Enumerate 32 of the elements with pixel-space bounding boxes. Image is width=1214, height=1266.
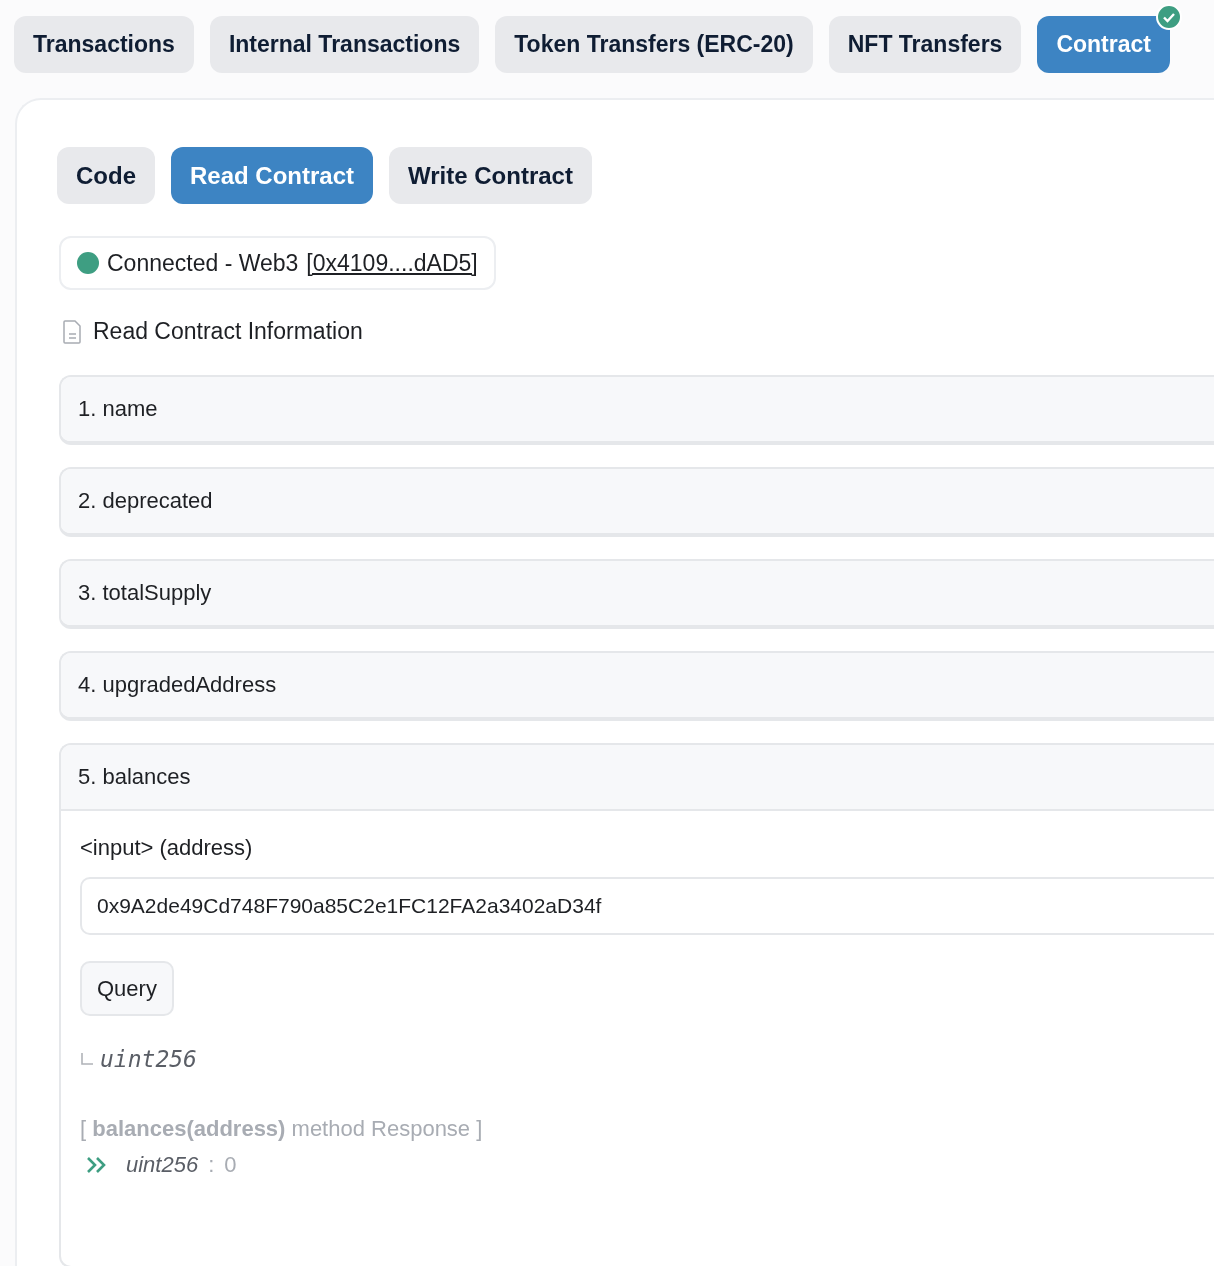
address-input-field[interactable]: 0x9A2de49Cd748F790a85C2e1FC12FA2a3402aD34f (80, 877, 1214, 935)
response-type: uint256 (126, 1152, 199, 1178)
tab[interactable]: Contract (1037, 16, 1170, 73)
function-accordion[interactable]: 5. balances <input> (address) 0x9A2de49Cd748F790a85C2e1FC12FA2a3402aD34f Query uint256 [ balances(address) method Response ] uint256 : 0 (59, 743, 1214, 1266)
query-button[interactable]: Query (80, 961, 174, 1016)
sub-tab[interactable]: Read Contract (171, 147, 374, 204)
function-name[interactable]: 5. balances (78, 764, 191, 790)
separator: : (208, 1152, 215, 1178)
tab[interactable]: Transactions (14, 16, 194, 73)
tab[interactable]: NFT Transfers (828, 16, 1022, 73)
sub-tab[interactable]: Write Contract (389, 147, 592, 204)
function-name[interactable]: 2. deprecated (78, 488, 213, 514)
corner-icon (80, 1052, 94, 1066)
tab[interactable]: Internal Transactions (209, 16, 480, 73)
function-accordion[interactable]: 3. totalSupply (59, 559, 1214, 629)
function-accordion[interactable]: 4. upgradedAddress (59, 651, 1214, 721)
wallet-address-link[interactable]: [0x4109....dAD5] (306, 249, 478, 277)
sub-tab[interactable]: Code (57, 147, 155, 204)
tab[interactable]: Token Transfers (ERC-20) (495, 16, 813, 73)
document-icon (63, 319, 81, 344)
function-name[interactable]: 1. name (78, 396, 158, 422)
status-text: Connected - Web3 (107, 249, 299, 277)
function-accordion[interactable]: 1. name (59, 375, 1214, 445)
function-name[interactable]: 3. totalSupply (78, 580, 212, 606)
double-chevron-icon (86, 1156, 108, 1174)
response-header: [ balances(address) method Response ] (80, 1116, 484, 1142)
function-name[interactable]: 4. upgradedAddress (78, 672, 277, 698)
section-title: Read Contract Information (93, 318, 363, 345)
function-accordion[interactable]: 2. deprecated (59, 467, 1214, 537)
response-value: 0 (224, 1152, 237, 1178)
input-label: <input> (address) (80, 835, 254, 861)
output-type: uint256 (100, 1046, 197, 1072)
